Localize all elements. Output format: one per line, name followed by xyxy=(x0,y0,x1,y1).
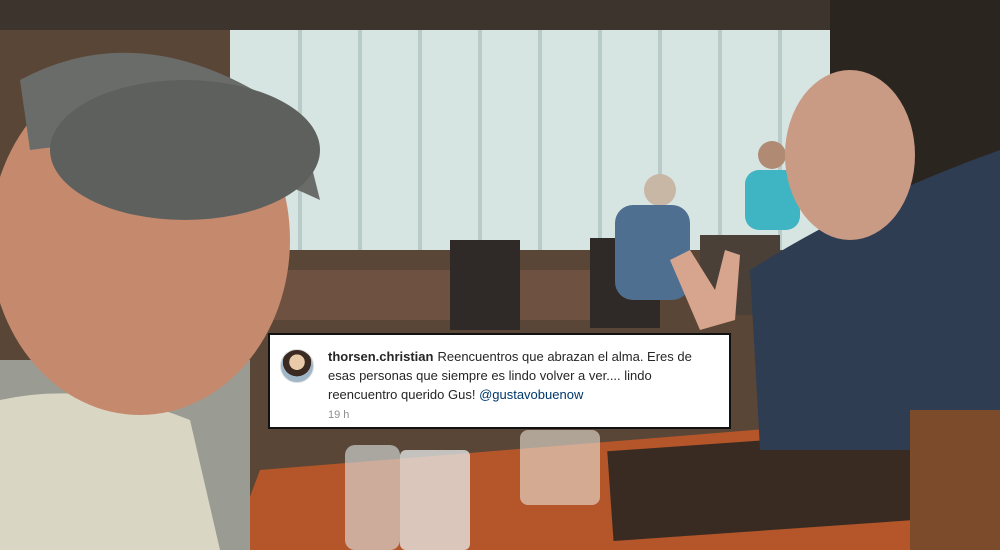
instagram-comment-card: thorsen.christian Reencuentros que abraza… xyxy=(268,333,731,429)
user-avatar[interactable] xyxy=(280,349,314,383)
comment-text-block: thorsen.christian Reencuentros que abraza… xyxy=(328,347,719,404)
background-photo xyxy=(0,0,1000,550)
comment-username[interactable]: thorsen.christian xyxy=(328,349,433,364)
comment-timestamp: 19 h xyxy=(328,409,350,421)
mention-link[interactable]: @gustavobuenow xyxy=(479,387,583,402)
